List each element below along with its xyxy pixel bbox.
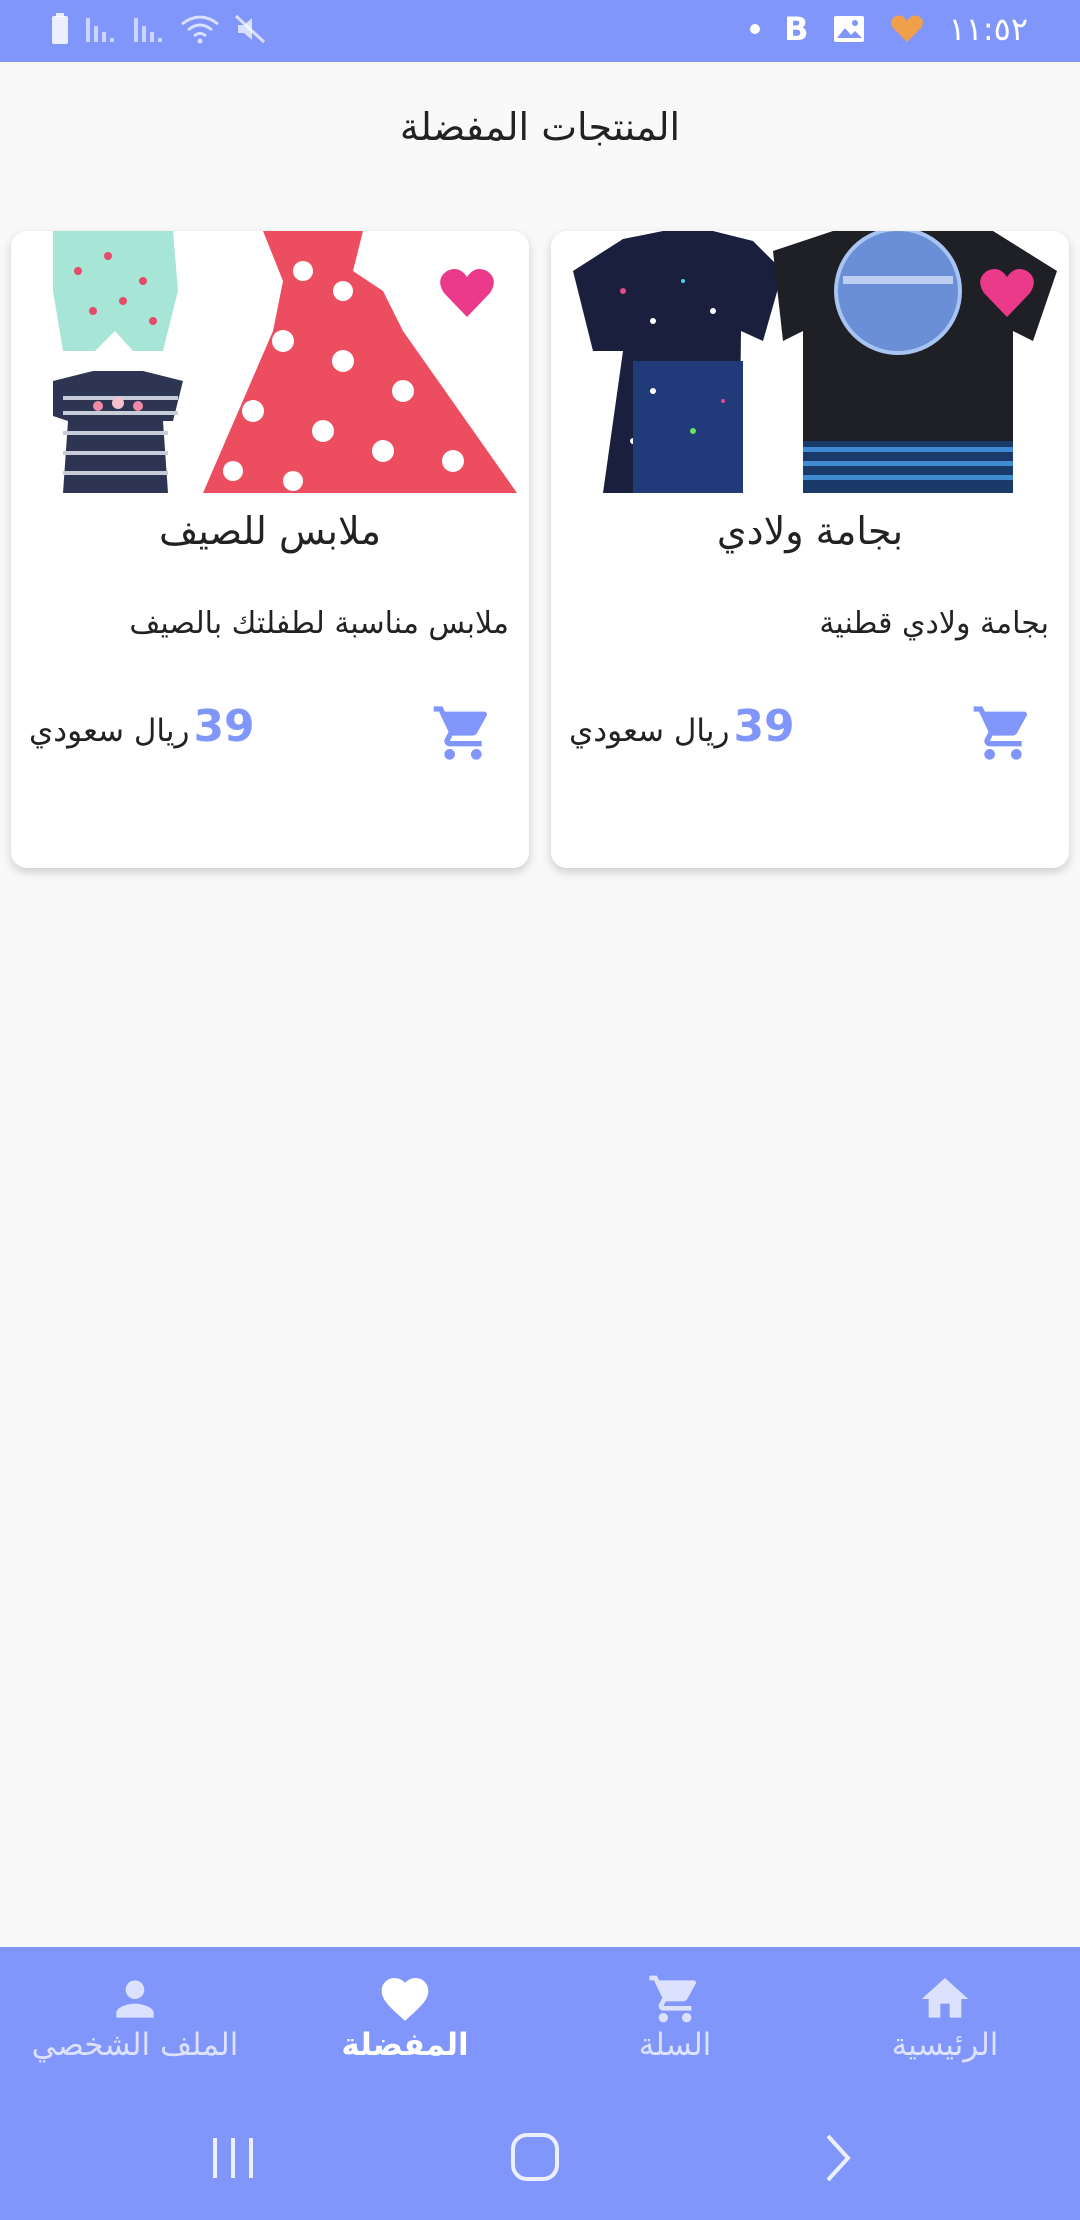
price-currency: ريال سعودي: [29, 713, 190, 749]
home-icon: [921, 1978, 969, 2018]
nav-item-cart[interactable]: السلة: [540, 1971, 810, 2063]
nav-item-home[interactable]: الرئيسية: [810, 1971, 1080, 2063]
image-icon: [834, 16, 865, 42]
heart-icon: [381, 1978, 429, 2021]
cart-icon: [649, 1975, 697, 2023]
mute-icon: [234, 14, 266, 44]
product-card[interactable]: ملابس للصيف ملابس مناسبة لطفلتك بالصيف 3…: [11, 231, 529, 868]
status-icons-left: [50, 12, 266, 46]
nav-item-profile[interactable]: الملف الشخصي: [0, 1971, 270, 2063]
product-price: 39 ريال سعودي: [29, 701, 255, 752]
product-description: بجامة ولادي قطنية: [819, 606, 1049, 641]
product-description: ملابس مناسبة لطفلتك بالصيف: [129, 606, 509, 641]
signal-icon: [134, 18, 162, 42]
product-name: ملابس للصيف: [158, 509, 382, 553]
nav-label-favorites: المفضلة: [341, 2027, 469, 2063]
product-name: بجامة ولادي: [716, 509, 904, 553]
add-to-cart-icon[interactable]: [971, 701, 1035, 765]
price-value: 39: [733, 701, 795, 752]
price-currency: ريال سعودي: [569, 713, 730, 749]
signal-icon: [86, 18, 114, 42]
dot-icon: [750, 24, 761, 34]
nav-item-favorites[interactable]: المفضلة: [270, 1971, 540, 2063]
product-price: 39 ريال سعودي: [569, 701, 795, 752]
status-icons-right: B ١١:٥٢: [750, 10, 1028, 48]
nav-label-home: الرئيسية: [891, 2027, 999, 2063]
back-icon[interactable]: [808, 2130, 868, 2186]
person-icon: [116, 1980, 154, 2018]
b-icon: B: [784, 10, 809, 48]
favorite-heart-icon[interactable]: [439, 267, 495, 319]
favorite-heart-icon[interactable]: [979, 267, 1035, 319]
add-to-cart-icon[interactable]: [431, 701, 495, 765]
product-card[interactable]: بجامة ولادي بجامة ولادي قطنية 39 ريال سع…: [551, 231, 1069, 868]
home-button-icon[interactable]: [505, 2130, 565, 2186]
nav-label-cart: السلة: [638, 2027, 712, 2063]
price-value: 39: [193, 701, 255, 752]
wifi-icon: [181, 15, 219, 44]
status-time: ١١:٥٢: [948, 10, 1028, 48]
app-screen: B ١١:٥٢ المنتجات المفضلة بجامة ولادي بجا…: [0, 0, 1080, 2220]
system-navigation-bar: [0, 2110, 1080, 2200]
status-bar: B ١١:٥٢: [0, 0, 1080, 62]
heart-icon: [891, 15, 924, 42]
battery-icon: [52, 13, 68, 44]
recents-icon[interactable]: [203, 2130, 263, 2186]
nav-label-profile: الملف الشخصي: [31, 2027, 239, 2063]
page-title: المنتجات المفضلة: [399, 105, 681, 149]
